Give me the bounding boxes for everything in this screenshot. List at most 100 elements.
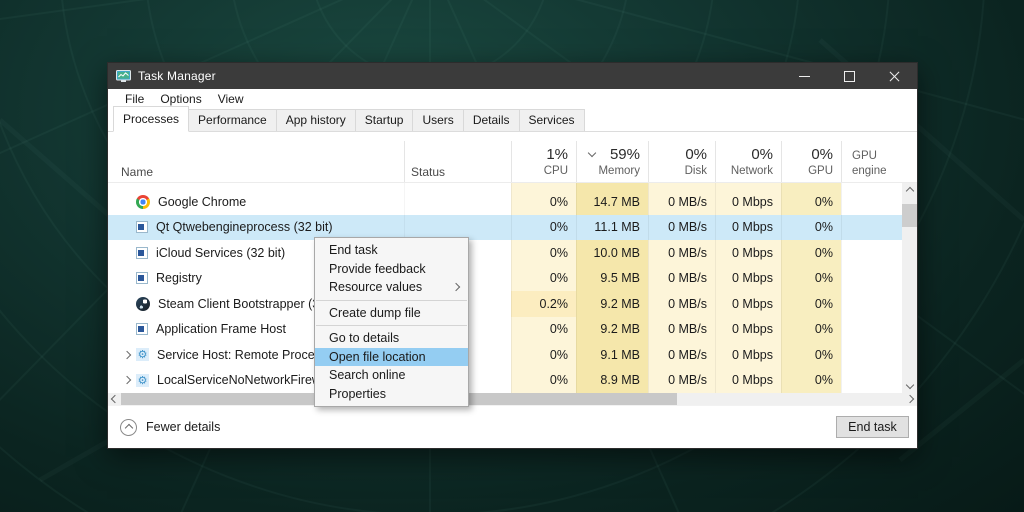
context-menu-item-end-task[interactable]: End task [315, 241, 468, 260]
horizontal-scrollbar[interactable] [108, 393, 917, 405]
memory-cell: 11.1 MB [576, 214, 648, 240]
tab-processes[interactable]: Processes [113, 106, 190, 132]
context-menu-item-search-online[interactable]: Search online [315, 366, 468, 385]
process-name: Application Frame Host [156, 322, 286, 337]
chevron-right-icon[interactable] [122, 350, 132, 359]
memory-cell: 9.5 MB [576, 265, 648, 291]
column-header-memory[interactable]: 59% Memory [576, 141, 648, 182]
generic-icon [136, 272, 148, 285]
disk-cell: 0 MB/s [648, 214, 715, 240]
tab-startup[interactable]: Startup [354, 109, 414, 131]
context-menu-item-provide-feedback[interactable]: Provide feedback [315, 260, 468, 279]
chevron-left-icon [110, 394, 120, 404]
column-header-name[interactable]: Name [108, 141, 404, 182]
memory-cell: 8.9 MB [576, 367, 648, 393]
column-header-disk[interactable]: 0% Disk [648, 141, 715, 182]
fewer-details-label: Fewer details [146, 420, 221, 434]
scroll-down-button[interactable] [902, 377, 917, 393]
process-name: Google Chrome [158, 194, 247, 209]
gpu-cell: 0% [781, 367, 841, 393]
context-menu-item-resource-values[interactable]: Resource values [315, 278, 468, 297]
gpu-engine-cell [841, 189, 902, 215]
column-header-gpu-engine[interactable]: GPU engine [841, 141, 917, 182]
tab-users[interactable]: Users [412, 109, 464, 131]
close-icon [889, 71, 900, 82]
disk-cell: 0 MB/s [648, 291, 715, 317]
tab-details[interactable]: Details [462, 109, 520, 131]
steam-icon [136, 296, 150, 311]
context-menu-item-go-to-details[interactable]: Go to details [315, 329, 468, 348]
menu-separator [316, 325, 467, 326]
generic-icon [136, 221, 148, 234]
table-row[interactable]: Steam Client Bootstrapper (32 bit) 0.2% 9.… [108, 291, 902, 317]
disk-cell: 0 MB/s [648, 342, 715, 368]
column-header-gpu[interactable]: 0% GPU [781, 141, 841, 182]
cpu-cell: 0% [511, 189, 576, 215]
context-menu-item-properties[interactable]: Properties [315, 385, 468, 404]
scroll-right-button[interactable] [903, 393, 917, 405]
network-cell: 0 Mbps [715, 316, 781, 342]
menu-item-file[interactable]: File [117, 92, 152, 106]
chevron-right-icon[interactable] [122, 376, 132, 385]
table-row[interactable]: Application Frame Host 0% 9.2 MB 0 MB/s 0 Mb… [108, 316, 902, 342]
process-name: Registry [156, 271, 202, 286]
table-row[interactable]: ⚙ Service Host: Remote Procedure Call 0% 9.… [108, 342, 902, 368]
collapse-circle-icon [120, 418, 137, 436]
vertical-scrollbar[interactable] [902, 183, 917, 393]
expand-slot [118, 250, 136, 256]
context-menu-item-open-file-location[interactable]: Open file location [315, 347, 468, 366]
network-cell: 0 Mbps [715, 291, 781, 317]
header-usage-percent: 0% [685, 146, 707, 163]
network-cell: 0 Mbps [715, 265, 781, 291]
chevron-right-icon [905, 394, 915, 404]
table-row[interactable]: Google Chrome 0% 14.7 MB 0 MB/s 0 Mbps 0% [108, 189, 902, 215]
gpu-engine-cell [841, 265, 902, 291]
gpu-engine-cell [841, 291, 902, 317]
table-row[interactable]: Qt Qtwebengineprocess (32 bit) 0% 11.1 MB 0… [108, 214, 902, 240]
context-menu-item-create-dump-file[interactable]: Create dump file [315, 304, 468, 323]
status-cell [404, 189, 511, 215]
network-cell: 0 Mbps [715, 240, 781, 266]
minimize-button[interactable] [782, 63, 827, 89]
gpu-cell: 0% [781, 189, 841, 215]
cpu-cell: 0% [511, 214, 576, 240]
fewer-details-toggle[interactable]: Fewer details [120, 418, 221, 436]
tab-services[interactable]: Services [518, 109, 585, 131]
end-task-button[interactable]: End task [836, 416, 909, 438]
gear-icon: ⚙ [136, 348, 149, 362]
gpu-cell: 0% [781, 240, 841, 266]
table-row[interactable]: ⚙ LocalServiceNoNetworkFirewall 0% 8.9 MB 0 … [108, 367, 902, 393]
tab-strip: Processes Performance App history Startup Us… [108, 106, 917, 132]
table-row-grid: ⚙ Service Host: Remote Procedure Call 0% 9.… [108, 342, 902, 368]
disk-cell: 0 MB/s [648, 316, 715, 342]
chrome-icon [136, 194, 150, 209]
expand-slot [118, 350, 136, 359]
scroll-left-button[interactable] [108, 393, 122, 405]
menu-item-view[interactable]: View [210, 92, 252, 106]
column-header-status[interactable]: Status [404, 141, 511, 182]
gpu-cell: 0% [781, 265, 841, 291]
scroll-up-button[interactable] [902, 183, 917, 199]
table-row[interactable]: Registry 0% 9.5 MB 0 MB/s 0 Mbps 0% [108, 265, 902, 291]
column-header-cpu[interactable]: 1% CPU [511, 141, 576, 182]
menubar: File Options View [108, 89, 917, 109]
title-bar: Task Manager [108, 63, 917, 89]
header-usage-percent: 0% [751, 146, 773, 163]
table-row[interactable]: iCloud Services (32 bit) 0% 10.0 MB 0 MB/s 0… [108, 240, 902, 266]
expand-slot [118, 199, 136, 205]
gpu-cell: 0% [781, 342, 841, 368]
maximize-button[interactable] [827, 63, 872, 89]
gpu-engine-cell [841, 316, 902, 342]
disk-cell: 0 MB/s [648, 265, 715, 291]
close-button[interactable] [872, 63, 917, 89]
window-controls [782, 63, 917, 89]
menu-item-options[interactable]: Options [152, 92, 209, 106]
tab-app-history[interactable]: App history [275, 109, 356, 131]
vertical-scrollbar-thumb[interactable] [902, 204, 917, 227]
tab-performance[interactable]: Performance [188, 109, 277, 131]
header-usage-percent: 1% [546, 146, 568, 163]
cpu-cell: 0.2% [511, 291, 576, 317]
gpu-engine-cell [841, 240, 902, 266]
memory-cell: 9.2 MB [576, 316, 648, 342]
column-header-network[interactable]: 0% Network [715, 141, 781, 182]
